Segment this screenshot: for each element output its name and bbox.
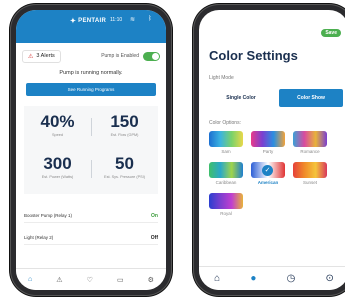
swatch-label: American: [257, 180, 279, 185]
swatch-label: Caribbean: [215, 180, 237, 185]
relay-row-light[interactable]: Light (Relay 2) Off: [24, 231, 158, 245]
selected-check-icon: ✓: [262, 165, 273, 176]
pump-enabled-label: Pump is Enabled: [101, 53, 139, 59]
water-drop-icon[interactable]: ●: [250, 273, 256, 284]
warning-icon: ⚠: [28, 53, 34, 60]
stat-value: 300: [43, 154, 72, 173]
clock-icon[interactable]: ◷: [287, 273, 296, 284]
brand-logo: ✦ PENTAIR: [70, 17, 106, 25]
alerts-button[interactable]: ⚠ 3 Alerts: [22, 49, 61, 63]
swatch-label: Sunset: [302, 180, 317, 185]
app-header: ✦ PENTAIR 11:10 ≋ ᛒ: [16, 10, 166, 43]
alert-row: ⚠ 3 Alerts Pump is Enabled: [22, 49, 160, 63]
save-button[interactable]: Save: [321, 29, 341, 37]
swatch-sunset[interactable]: [293, 162, 327, 178]
right-phone: Save Color Settings Light Mode Single Co…: [193, 4, 345, 296]
stat-speed: 40% Speed: [24, 112, 91, 137]
page-title: Color Settings: [209, 48, 298, 63]
stat-label: Speed: [52, 133, 63, 137]
color-options-label: Color Options:: [209, 120, 241, 126]
settings-icon[interactable]: ⊙: [325, 273, 333, 284]
home-icon[interactable]: ⌂: [28, 276, 32, 283]
stat-value: 40%: [40, 112, 75, 131]
pump-status-text: Pump is running normally.: [59, 70, 123, 76]
relay-state: On: [151, 212, 158, 219]
alerts-nav-icon[interactable]: ⚠: [56, 276, 62, 284]
stat-power: 300 Est. Power (Watts): [24, 154, 91, 179]
relay-label: Booster Pump (Relay 1): [24, 213, 73, 218]
stat-pressure: 50 Est. Sys. Pressure (PSI): [91, 154, 158, 179]
relay-label: Light (Relay 2): [24, 235, 54, 240]
relay-row-booster[interactable]: Booster Pump (Relay 1) On: [24, 209, 158, 223]
single-color-button[interactable]: Single Color: [209, 89, 273, 107]
stat-value: 50: [115, 154, 134, 173]
swatch-label: Sam: [221, 149, 231, 154]
swatch-label: Romance: [300, 149, 320, 154]
brand-name: PENTAIR: [78, 18, 107, 24]
stat-value: 150: [110, 112, 139, 131]
alerts-label: 3 Alerts: [36, 53, 55, 59]
pump-enabled-control: Pump is Enabled: [101, 51, 160, 61]
swatch-label: Royal: [220, 211, 232, 216]
stats-panel: 40% Speed 150 Est. Flow (GPM) 300 Est. P…: [24, 106, 158, 194]
see-running-programs-button[interactable]: See Running Programs: [26, 83, 156, 96]
home-icon[interactable]: ⌂: [214, 273, 220, 284]
wifi-icon: ≋: [130, 17, 136, 23]
bluetooth-icon: ᛒ: [148, 16, 152, 22]
bottom-nav: ⌂ ● ◷ ⊙: [199, 266, 345, 290]
color-show-button[interactable]: Color Show: [279, 89, 343, 107]
swatch-label: Party: [262, 149, 274, 154]
pump-status-screen: ✦ PENTAIR 11:10 ≋ ᛒ ⚠ 3 Alerts Pump is E…: [16, 10, 166, 290]
light-mode-selector: Single Color Color Show: [209, 89, 343, 107]
left-phone: ✦ PENTAIR 11:10 ≋ ᛒ ⚠ 3 Alerts Pump is E…: [10, 4, 172, 296]
settings-icon[interactable]: ⚙: [148, 276, 154, 284]
swatch-party[interactable]: [251, 131, 285, 147]
light-mode-label: Light Mode: [209, 75, 234, 81]
bottom-nav: ⌂ ⚠ ♡ ▭ ⚙: [16, 268, 166, 290]
calendar-icon[interactable]: ▭: [117, 276, 124, 284]
pump-toggle[interactable]: [143, 51, 160, 61]
stat-label: Est. Flow (GPM): [110, 133, 139, 137]
stat-flow: 150 Est. Flow (GPM): [91, 112, 158, 137]
stat-label: Est. Power (Watts): [41, 175, 74, 179]
swatch-romance[interactable]: [293, 131, 327, 147]
stat-label: Est. Sys. Pressure (PSI): [104, 175, 145, 179]
swatch-royal[interactable]: [209, 193, 243, 209]
favorites-icon[interactable]: ♡: [87, 276, 93, 284]
swatch-caribbean[interactable]: [209, 162, 243, 178]
swatch-sam[interactable]: [209, 131, 243, 147]
status-time: 11:10: [110, 17, 123, 23]
relay-state: Off: [150, 234, 158, 241]
color-settings-screen: Save Color Settings Light Mode Single Co…: [199, 10, 345, 290]
brand-star-icon: ✦: [70, 18, 77, 25]
